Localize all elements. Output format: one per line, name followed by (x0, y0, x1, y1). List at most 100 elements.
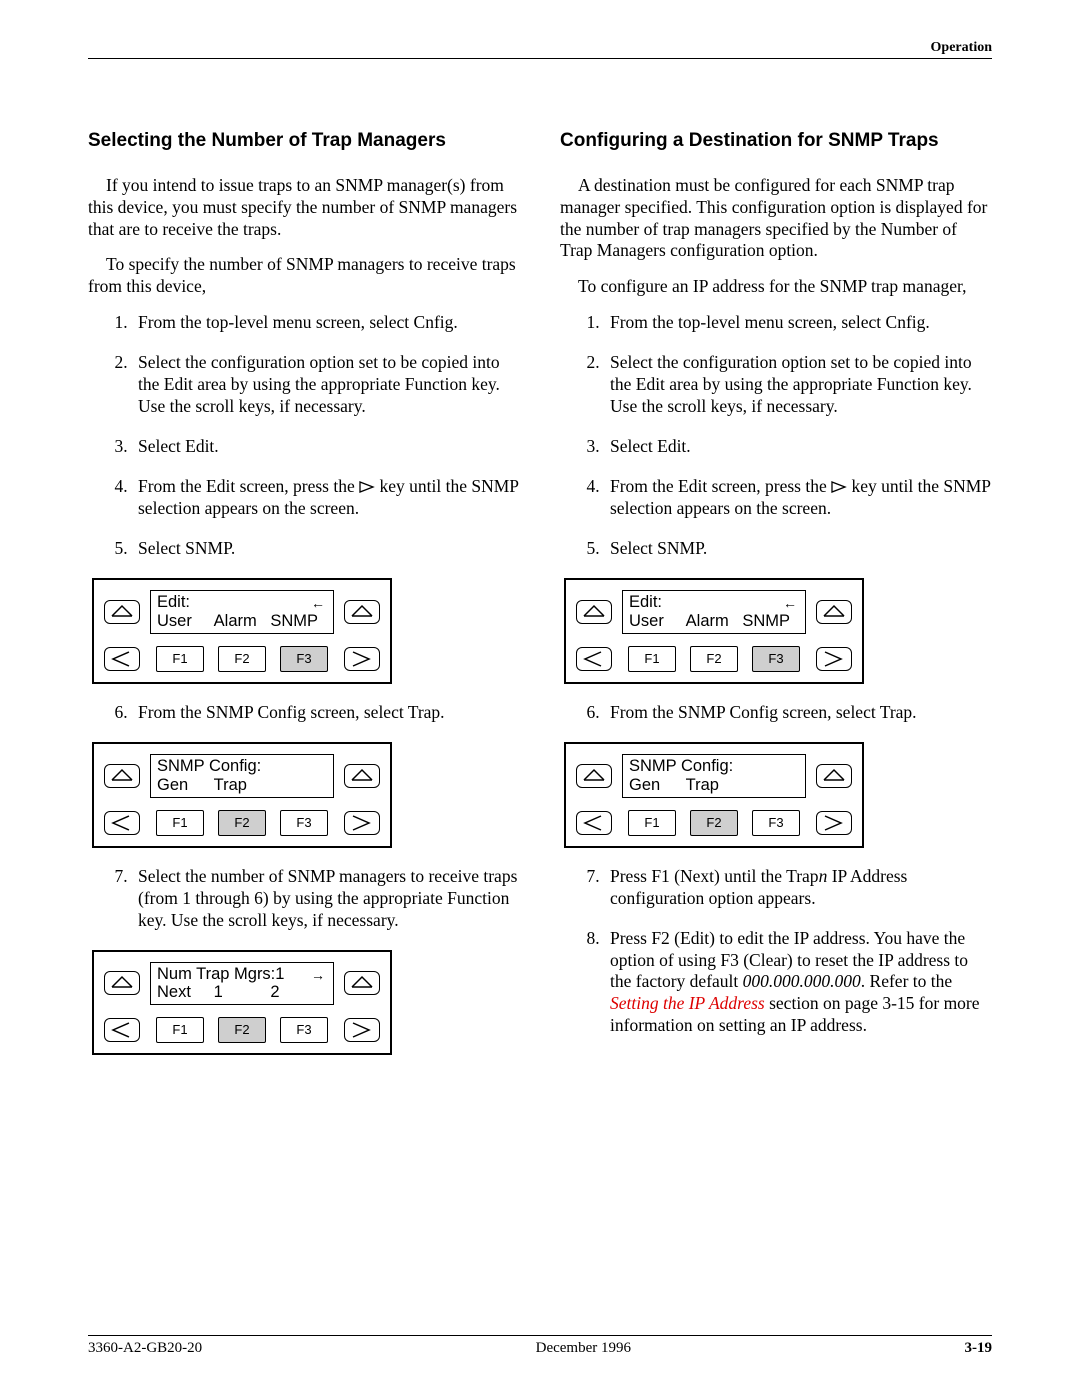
lcd-line2: Next12 (157, 983, 327, 1002)
fkey-f1[interactable]: F1 (628, 810, 676, 836)
right-column: Configuring a Destination for SNMP Traps… (560, 129, 992, 1073)
nav-right-button[interactable] (344, 1018, 380, 1042)
device-panel-edit-left: Edit:UserAlarmSNMP← F1 F2 F3 (92, 578, 392, 684)
lcd-option: SNMP (742, 612, 799, 631)
right-steps-6: From the SNMP Config screen, select Trap… (560, 702, 992, 724)
fkey-f1[interactable]: F1 (156, 646, 204, 672)
left-step-5: Select SNMP. (132, 538, 520, 560)
nav-right-button[interactable] (344, 647, 380, 671)
fkey-f2[interactable]: F2 (690, 810, 738, 836)
right-title: Configuring a Destination for SNMP Traps (560, 129, 992, 153)
fkey-f2[interactable]: F2 (690, 646, 738, 672)
right-p2: To configure an IP address for the SNMP … (560, 276, 992, 298)
right-p1: A destination must be configured for eac… (560, 175, 992, 263)
page: Operation Selecting the Number of Trap M… (0, 0, 1080, 1397)
running-head-text: Operation (88, 40, 992, 56)
fkey-f2[interactable]: F2 (218, 810, 266, 836)
right-step-1: From the top-level menu screen, select C… (604, 312, 992, 334)
left-step-2: Select the configuration option set to b… (132, 352, 520, 418)
lcd-option: SNMP (270, 612, 327, 631)
footer-doc: 3360-A2-GB20-20 (88, 1340, 202, 1357)
lcd-screen: Num Trap Mgrs:1Next12→ (150, 962, 334, 1006)
fkey-row: F1 F2 F3 (150, 646, 334, 672)
right-step-8: Press F2 (Edit) to edit the IP address. … (604, 928, 992, 1037)
nav-up-button[interactable] (576, 600, 612, 624)
lcd-option: User (629, 612, 686, 631)
right-step-3: Select Edit. (604, 436, 992, 458)
right-step-4: From the Edit screen, press the key unti… (604, 476, 992, 521)
lcd-option: 2 (270, 983, 327, 1002)
right-arrow-icon (359, 477, 375, 499)
fkey-f2[interactable]: F2 (218, 646, 266, 672)
nav-up-button[interactable] (816, 764, 852, 788)
right-step-8b: . Refer to the (861, 971, 952, 991)
left-step-1: From the top-level menu screen, select C… (132, 312, 520, 334)
fkey-f1[interactable]: F1 (156, 1017, 204, 1043)
left-column: Selecting the Number of Trap Managers If… (88, 129, 520, 1073)
fkey-f3[interactable]: F3 (752, 646, 800, 672)
nav-up-button[interactable] (104, 600, 140, 624)
lcd-option: Alarm (214, 612, 271, 631)
left-steps: From the top-level menu screen, select C… (88, 312, 520, 560)
nav-up-button[interactable] (104, 971, 140, 995)
left-p1: If you intend to issue traps to an SNMP … (88, 175, 520, 241)
fkey-f3[interactable]: F3 (280, 810, 328, 836)
right-step-8-default: 000.000.000.000 (743, 971, 861, 991)
lcd-option (270, 776, 327, 795)
nav-up-button[interactable] (576, 764, 612, 788)
device-panel-snmp-left: SNMP Config:GenTrap F1 F2 F3 (92, 742, 392, 848)
footer-date: December 1996 (536, 1340, 631, 1357)
lcd-option: User (157, 612, 214, 631)
right-steps-7: Press F1 (Next) until the Trapn IP Addre… (560, 866, 992, 1037)
lcd-line2: UserAlarmSNMP (157, 612, 327, 631)
fkey-f3[interactable]: F3 (280, 1017, 328, 1043)
left-step-7: Select the number of SNMP managers to re… (132, 866, 520, 932)
nav-left-button[interactable] (576, 811, 612, 835)
lcd-option: Alarm (686, 612, 743, 631)
right-step-4a: From the Edit screen, press the (610, 476, 831, 496)
running-head: Operation (88, 40, 992, 59)
nav-right-button[interactable] (816, 647, 852, 671)
nav-right-button[interactable] (344, 811, 380, 835)
fkey-f1[interactable]: F1 (156, 810, 204, 836)
device-panel-snmp-right: SNMP Config:GenTrapF1F2F3 (564, 742, 864, 848)
nav-up-button[interactable] (104, 764, 140, 788)
columns: Selecting the Number of Trap Managers If… (88, 129, 992, 1073)
lcd-screen: SNMP Config:GenTrap (150, 754, 334, 798)
nav-left-button[interactable] (104, 1018, 140, 1042)
nav-left-button[interactable] (576, 647, 612, 671)
fkey-f3[interactable]: F3 (280, 646, 328, 672)
lcd-line1: SNMP Config: (157, 757, 327, 776)
lcd-continuation-arrow: ← (783, 595, 797, 611)
nav-up-button[interactable] (344, 971, 380, 995)
fkey-f3[interactable]: F3 (752, 810, 800, 836)
lcd-continuation-arrow: → (311, 967, 325, 983)
left-p2: To specify the number of SNMP managers t… (88, 254, 520, 298)
lcd-option: Trap (214, 776, 271, 795)
nav-left-button[interactable] (104, 811, 140, 835)
nav-right-button[interactable] (816, 811, 852, 835)
left-step-4: From the Edit screen, press the key unti… (132, 476, 520, 521)
device-panel-num-left: Num Trap Mgrs:1Next12→ F1 F2 F3 (92, 950, 392, 1056)
lcd-screen: Edit:UserAlarmSNMP← (150, 590, 334, 634)
lcd-line1: Edit: (157, 593, 327, 612)
left-title: Selecting the Number of Trap Managers (88, 129, 520, 153)
right-step-6: From the SNMP Config screen, select Trap… (604, 702, 992, 724)
fkey-f1[interactable]: F1 (628, 646, 676, 672)
cross-ref-link[interactable]: Setting the IP Address (610, 993, 765, 1013)
right-step-7a: Press F1 (Next) until the Trap (610, 866, 819, 886)
fkey-row: F1 F2 F3 (622, 810, 806, 836)
lcd-option: Gen (157, 776, 214, 795)
lcd-line1: SNMP Config: (629, 757, 799, 776)
nav-left-button[interactable] (104, 647, 140, 671)
lcd-screen: Edit:UserAlarmSNMP← (622, 590, 806, 634)
left-step-4a: From the Edit screen, press the (138, 476, 359, 496)
fkey-row: F1 F2 F3 (150, 810, 334, 836)
fkey-f2[interactable]: F2 (218, 1017, 266, 1043)
nav-up-button[interactable] (816, 600, 852, 624)
nav-up-button[interactable] (344, 764, 380, 788)
lcd-option: Gen (629, 776, 686, 795)
lcd-option: 1 (214, 983, 271, 1002)
left-step-6: From the SNMP Config screen, select Trap… (132, 702, 520, 724)
nav-up-button[interactable] (344, 600, 380, 624)
